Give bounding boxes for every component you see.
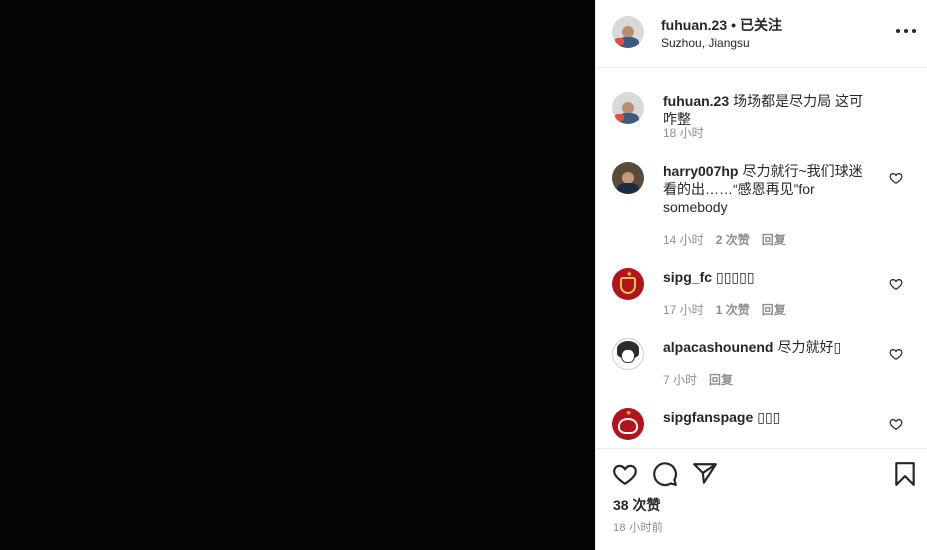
comment-username[interactable]: harry007hp — [663, 163, 738, 179]
heart-icon[interactable] — [889, 171, 903, 185]
comments-list[interactable]: fuhuan.23 场场都是尽力局 这可咋整 18 小时 harry007hp 尽力… — [596, 68, 927, 448]
comment-body: 尽力就好▯ — [777, 339, 842, 355]
post-media[interactable] — [0, 0, 595, 550]
author-username[interactable]: fuhuan.23 — [661, 17, 727, 33]
commenter-avatar[interactable] — [612, 338, 644, 370]
reply-button[interactable]: 回复 — [762, 233, 786, 247]
send-icon[interactable] — [692, 461, 718, 487]
commenter-avatar[interactable]: ★ — [612, 408, 644, 440]
heart-icon[interactable] — [889, 347, 903, 361]
comment-meta: 7 小时 回复 — [663, 371, 745, 388]
comment-likes[interactable]: 1 次赞 — [716, 303, 750, 317]
comment-time[interactable]: 7 小时 — [663, 373, 697, 387]
post-actions: 38 次赞 18 小时前 — [596, 448, 927, 550]
post-header: fuhuan.23 • 已关注 Suzhou, Jiangsu — [596, 0, 927, 68]
caption-username[interactable]: fuhuan.23 — [663, 93, 729, 109]
heart-icon[interactable] — [889, 417, 903, 431]
commenter-avatar[interactable]: ★ — [612, 268, 644, 300]
comment-text: sipgfanspage ▯▯▯ — [663, 408, 873, 426]
comment-text: alpacashounend 尽力就好▯ — [663, 338, 873, 356]
comment-text: sipg_fc ▯▯▯▯▯ — [663, 268, 873, 286]
comment-meta: 17 小时 1 次赞 回复 — [663, 301, 798, 318]
heart-icon[interactable] — [889, 277, 903, 291]
posted-time[interactable]: 18 小时前 — [613, 519, 663, 535]
comment-username[interactable]: sipgfanspage — [663, 409, 753, 425]
comment-username[interactable]: sipg_fc — [663, 269, 712, 285]
comment-body: ▯▯▯▯▯ — [716, 269, 755, 285]
caption-meta: 18 小时 — [663, 124, 716, 141]
post-side-panel: fuhuan.23 • 已关注 Suzhou, Jiangsu fuhuan.23 场… — [595, 0, 927, 550]
comment-username[interactable]: alpacashounend — [663, 339, 773, 355]
reply-button[interactable]: 回复 — [709, 373, 733, 387]
reply-button[interactable]: 回复 — [762, 303, 786, 317]
comment-text: harry007hp 尽力就行~我们球迷看的出……“感恩再见”for somebo… — [663, 162, 873, 216]
caption-text: fuhuan.23 场场都是尽力局 这可咋整 — [663, 92, 873, 128]
post-location[interactable]: Suzhou, Jiangsu — [661, 36, 750, 50]
comment-icon[interactable] — [652, 461, 678, 487]
comment-time[interactable]: 14 小时 — [663, 233, 704, 247]
heart-icon[interactable] — [612, 461, 638, 487]
comment-likes[interactable]: 2 次赞 — [716, 233, 750, 247]
comment-body: ▯▯▯ — [757, 409, 781, 425]
likes-count[interactable]: 38 次赞 — [613, 495, 660, 515]
author-avatar[interactable] — [612, 16, 644, 48]
more-horizontal-icon[interactable] — [896, 26, 916, 36]
comment-time[interactable]: 17 小时 — [663, 303, 704, 317]
bookmark-icon[interactable] — [892, 461, 918, 487]
comment-meta: 14 小时 2 次赞 回复 — [663, 231, 798, 248]
caption-time[interactable]: 18 小时 — [663, 126, 704, 140]
separator-dot: • — [731, 17, 737, 33]
caption-author-avatar[interactable] — [612, 92, 644, 124]
author-username-row: fuhuan.23 • 已关注 — [661, 15, 782, 35]
follow-status-button[interactable]: 已关注 — [740, 17, 782, 33]
commenter-avatar[interactable] — [612, 162, 644, 194]
